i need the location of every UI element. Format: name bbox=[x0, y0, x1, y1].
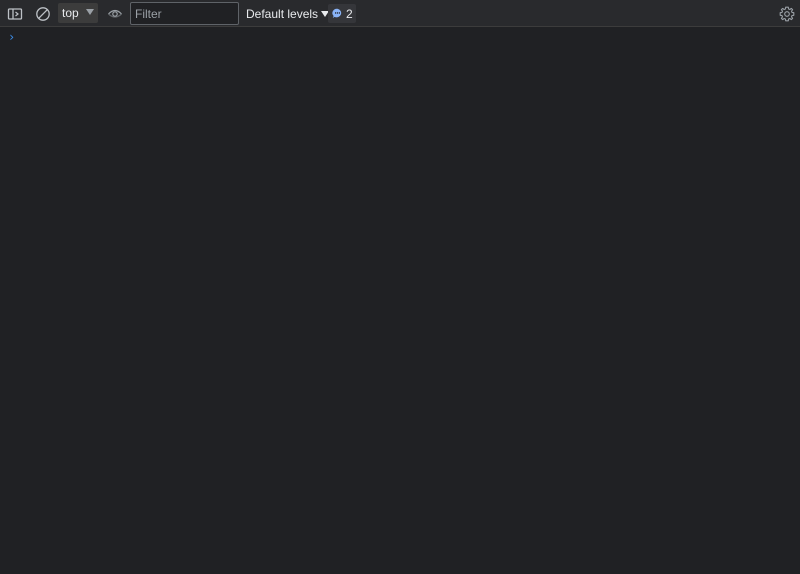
clear-console-icon bbox=[36, 6, 50, 21]
log-levels-label: Default levels bbox=[246, 6, 319, 21]
dropdown-arrow-icon bbox=[86, 9, 94, 15]
issues-chat-icon bbox=[332, 8, 342, 18]
context-selector[interactable]: top bbox=[58, 3, 98, 23]
create-live-expression-button[interactable] bbox=[104, 0, 126, 27]
console-prompt[interactable]: › bbox=[0, 28, 800, 46]
console-toolbar: top Default levels 2 bbox=[0, 0, 800, 27]
context-label: top bbox=[62, 6, 79, 20]
clear-console-button[interactable] bbox=[32, 0, 54, 27]
prompt-chevron-icon: › bbox=[8, 30, 16, 44]
sidebar-toggle-icon bbox=[7, 7, 23, 20]
console-settings-button[interactable] bbox=[776, 0, 798, 27]
filter-input[interactable] bbox=[130, 2, 239, 25]
sidebar-toggle-button[interactable] bbox=[4, 0, 26, 27]
live-expression-eye-icon bbox=[108, 9, 122, 18]
console-input[interactable] bbox=[22, 28, 796, 46]
gear-icon bbox=[779, 6, 795, 21]
log-levels-dropdown[interactable]: Default levels bbox=[246, 0, 330, 27]
issues-count: 2 bbox=[346, 6, 353, 21]
issues-counter-button[interactable]: 2 bbox=[328, 4, 356, 23]
console-panel: top Default levels 2 bbox=[0, 0, 800, 574]
